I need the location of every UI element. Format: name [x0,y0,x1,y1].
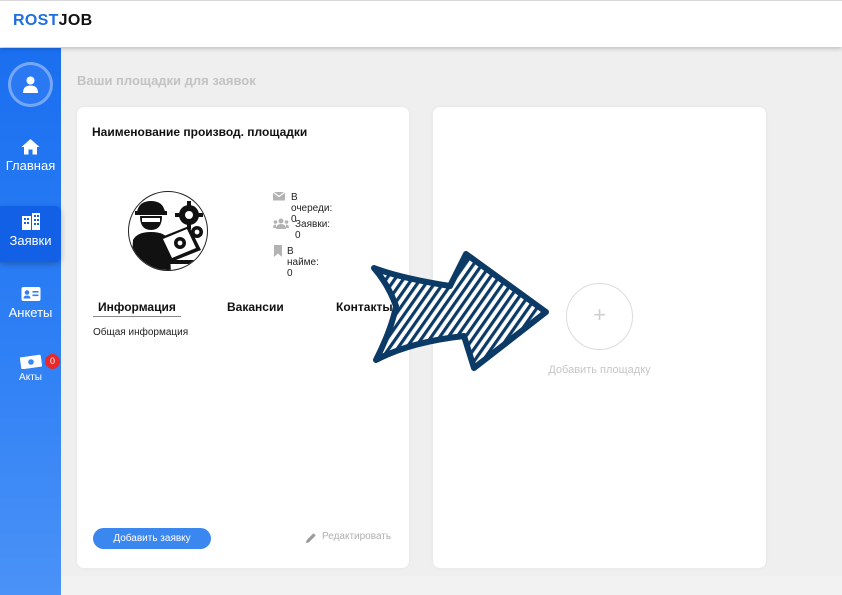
page-title: Ваши площадки для заявок [77,73,256,88]
pointer-arrow-icon [371,251,549,371]
sidebar-item-acts[interactable]: 0 Акты [0,354,61,399]
users-icon [273,218,289,229]
sidebar-item-label: Главная [5,158,56,173]
sidebar-item-label: Акты [19,372,42,383]
bookmark-icon [274,245,282,257]
sidebar-item-profiles[interactable]: Анкеты [0,286,61,331]
tab-content-text: Общая информация [93,327,189,338]
stat-requests-text: Заявки: 0 [295,219,331,241]
add-request-button[interactable]: Добавить заявку [93,528,211,549]
site-tabs: Информация Вакансии Контакты [93,300,393,320]
stat-hired-text: В найме: 0 [287,246,319,279]
sidebar: Главная Заявки Анкеты 0 Акты [0,48,61,595]
edit-link-label: Редактировать [322,531,392,542]
buildings-icon [21,213,40,230]
tab-vacancies[interactable]: Вакансии [227,300,284,314]
user-icon [23,76,38,93]
add-site-button[interactable]: + [566,283,633,350]
logo-job: JOB [58,12,93,29]
sidebar-item-home[interactable]: Главная [0,138,61,183]
sidebar-item-label: Заявки [9,233,52,248]
avatar[interactable] [8,62,53,107]
app-logo[interactable]: ROSTJOB [13,12,92,30]
site-card-title: Наименование производ. площадки [92,125,308,139]
money-icon [19,354,42,369]
id-card-icon [21,287,40,301]
edit-link[interactable]: Редактировать [305,531,392,543]
site-card: Наименование производ. площадки В очеред… [77,107,409,568]
plus-icon: + [593,302,606,327]
bottom-strip [61,576,842,595]
sidebar-item-label: Анкеты [8,305,53,320]
tab-info[interactable]: Информация [93,300,181,317]
notification-badge: 0 [45,354,60,369]
site-logo-icon [128,191,208,271]
home-icon [21,139,40,155]
sidebar-item-requests[interactable]: Заявки [0,206,61,262]
logo-rost: ROST [13,12,59,29]
pencil-icon [306,533,316,543]
envelope-icon [273,191,285,201]
top-header: ROSTJOB [0,0,842,47]
